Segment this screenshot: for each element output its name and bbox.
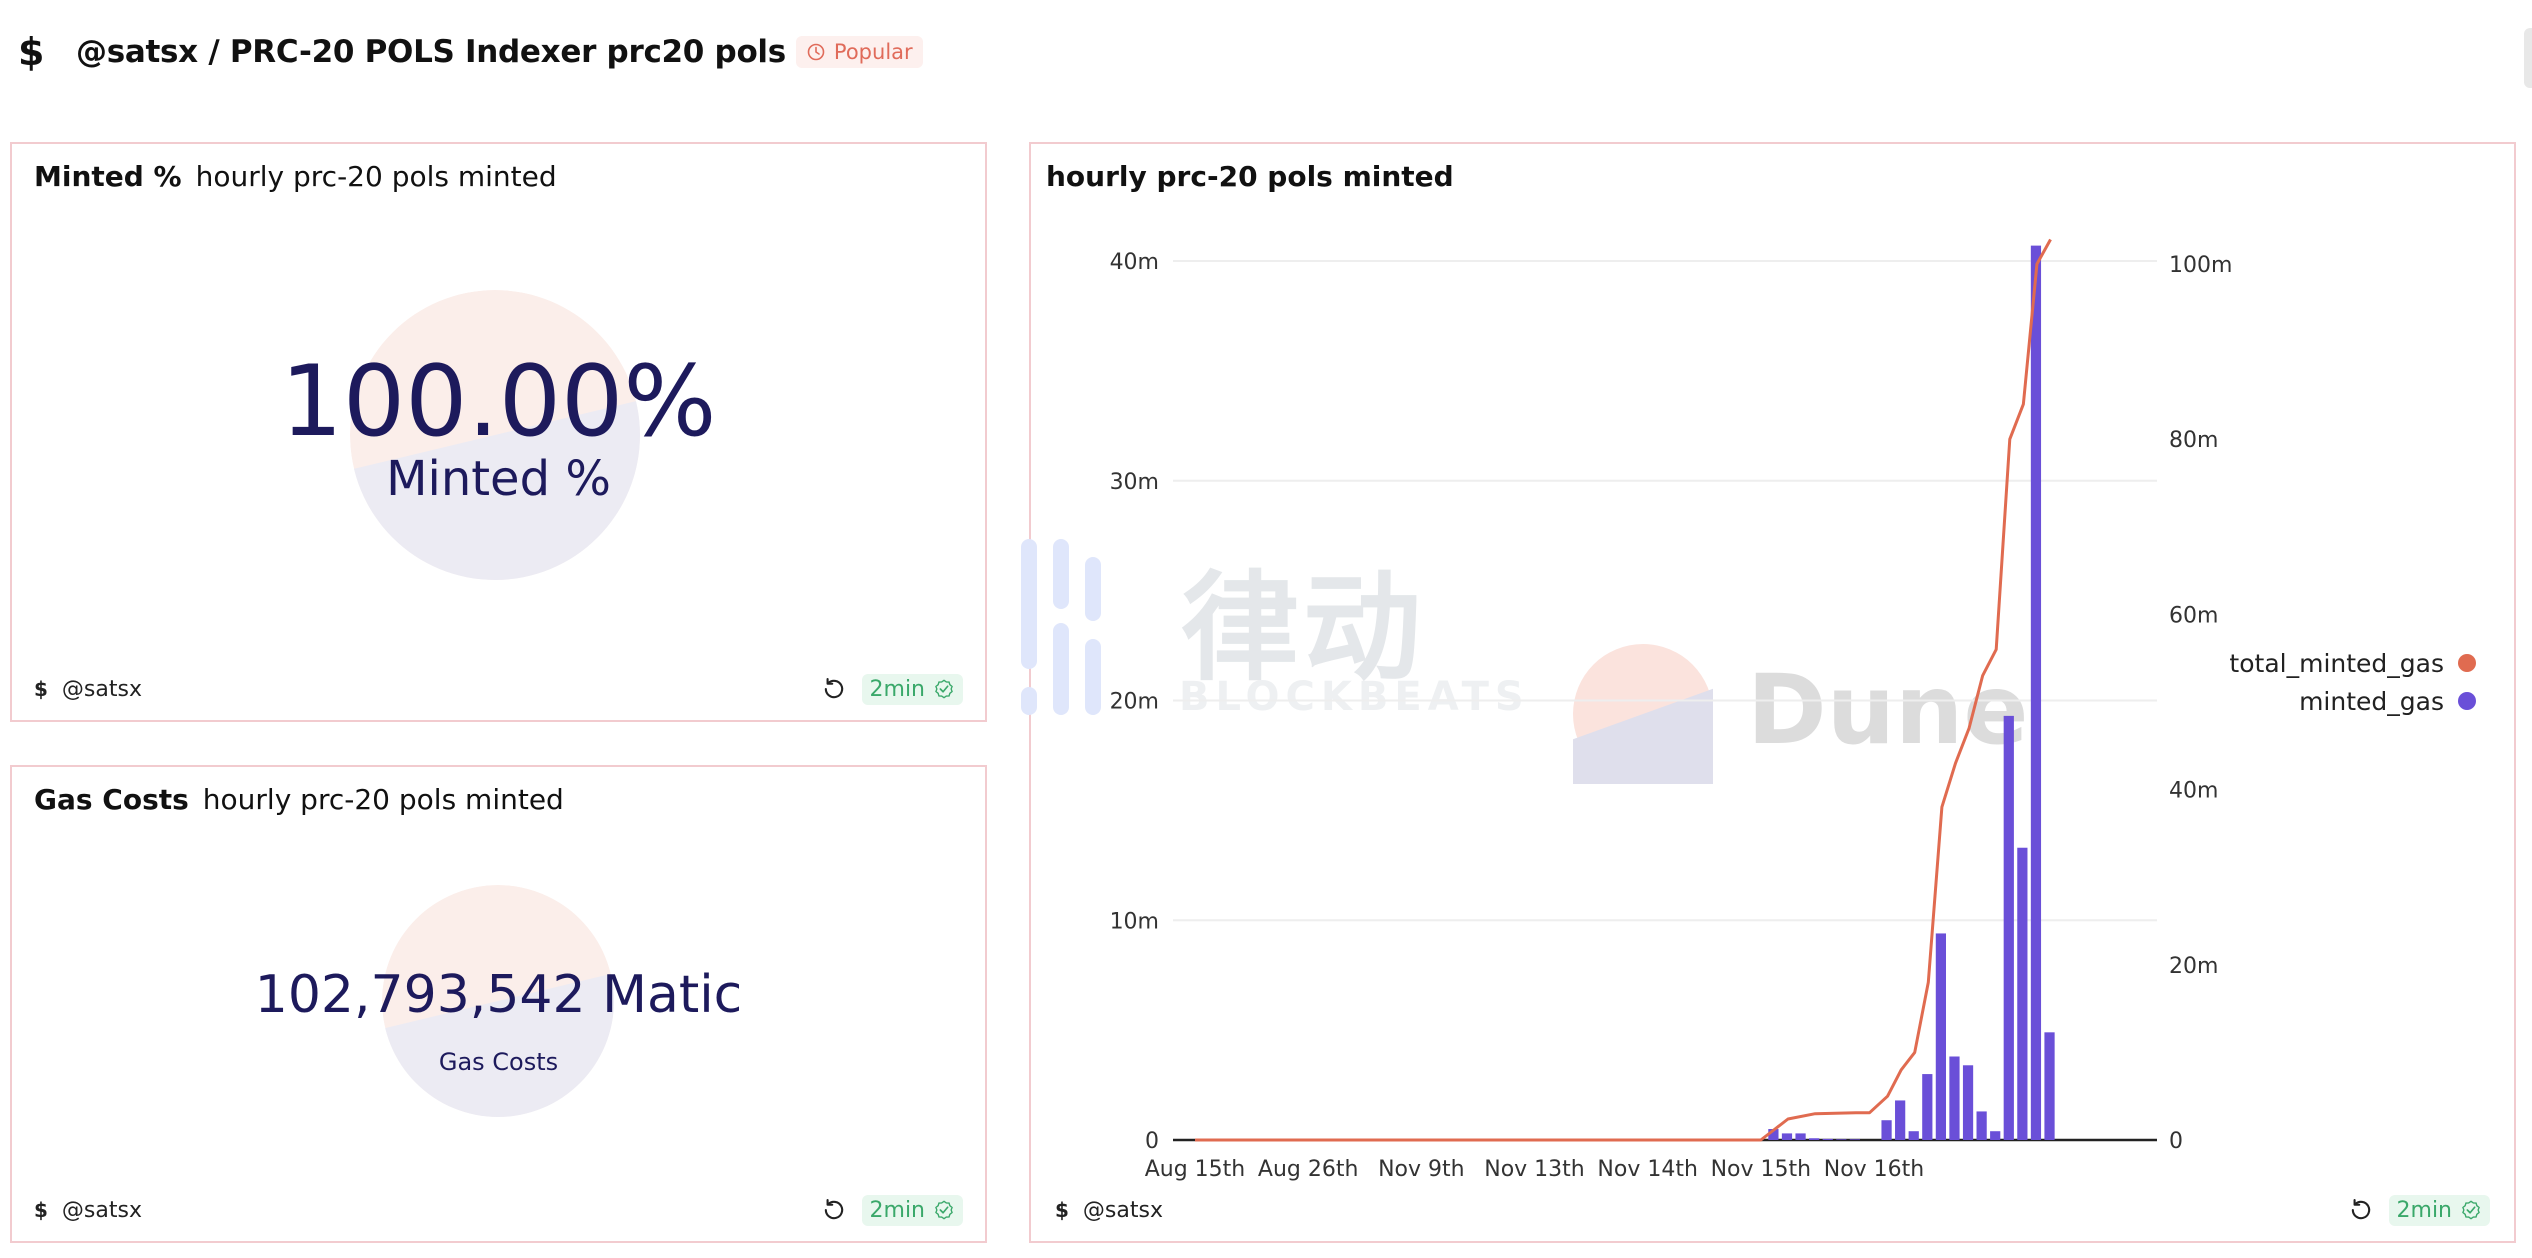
bar-minted-gas [2030,245,2042,1140]
right-axis-tick: 60m [2169,603,2218,628]
owner-name: @satsx [61,676,142,702]
dashboard-header: $ @satsx / PRC-20 POLS Indexer prc20 pol… [18,24,923,80]
bar-minted-gas [1809,1138,1820,1140]
panel-footer: $ @satsx 2min [1055,1193,2490,1227]
page-scrollbar[interactable] [2524,28,2532,88]
panel-subtitle: hourly prc-20 pols minted [195,160,557,193]
bar-minted-gas [1949,1056,1960,1140]
legend-item-minted-gas[interactable]: minted_gas [2229,682,2476,720]
counter: 100.00% Minted % [12,352,985,506]
bar-minted-gas [1935,933,1946,1140]
x-axis-tick: Aug 15th [1145,1157,1246,1182]
verified-check-icon [935,679,953,699]
dashboard-title: @satsx / PRC-20 POLS Indexer prc20 pols [76,34,786,70]
counter-value: 100.00% [280,345,717,459]
owner-name: @satsx [61,1197,142,1223]
legend-dot [2458,692,2476,710]
refresh-icon[interactable] [2347,1196,2375,1224]
left-axis-tick: 0 [1145,1129,1159,1154]
owner-link[interactable]: $ @satsx [1055,1198,1163,1223]
dollar-sign-icon: $ [34,677,48,701]
bar-minted-gas [1781,1133,1793,1140]
panel-title[interactable]: Gas Costs hourly prc-20 pols minted [34,783,564,816]
right-axis-tick: 100m [2169,253,2232,278]
legend-label: minted_gas [2299,686,2444,716]
bar-minted-gas [2017,847,2028,1140]
bar-minted-gas [1976,1111,1987,1140]
bar-minted-gas [1849,1139,1860,1140]
bar-minted-gas [1836,1139,1847,1140]
left-axis-tick: 20m [1110,690,1159,715]
left-axis-tick: 40m [1110,250,1159,275]
clock-icon [807,43,825,61]
panel-name: Minted % [34,160,182,193]
dollar-sign-icon: $ [18,30,45,74]
right-axis-tick: 0 [2169,1129,2183,1154]
owner-link[interactable]: $ @satsx [34,1198,142,1223]
bar-minted-gas [1822,1138,1833,1140]
counter-label: Gas Costs [438,1048,559,1076]
refresh-icon[interactable] [820,675,848,703]
right-axis-tick: 80m [2169,428,2218,453]
owner-link[interactable]: $ @satsx [34,677,142,702]
counter-value: 102,793,542 Matic [254,965,743,1025]
line-total-minted-gas [1195,238,2052,1142]
panel-footer: $ @satsx 2min [34,1193,963,1227]
popular-badge[interactable]: Popular [795,36,923,68]
refresh-age-badge: 2min [861,673,963,705]
verified-check-icon [2462,1200,2480,1220]
bar-minted-gas [2003,715,2014,1140]
bar-minted-gas [1895,1100,1906,1140]
x-axis-tick: Nov 9th [1378,1157,1465,1182]
counter-label: Minted % [386,451,611,507]
refresh-icon[interactable] [820,1196,848,1224]
panel-title[interactable]: Minted % hourly prc-20 pols minted [34,160,557,193]
chart-panel: hourly prc-20 pols minted 律动 BLOCKBEATS … [1021,142,2516,1243]
popular-label: Popular [833,40,913,64]
right-axis-tick: 20m [2169,954,2218,979]
counter: 102,793,542 Matic Gas Costs [12,965,985,1077]
panel-name: Gas Costs [34,783,189,816]
legend-item-total-minted-gas[interactable]: total_minted_gas [2229,644,2476,682]
left-axis-tick: 10m [1110,909,1159,934]
panel-subtitle: hourly prc-20 pols minted [202,783,564,816]
dollar-sign-icon: $ [34,1198,48,1222]
refresh-age: 2min [2396,1197,2452,1223]
legend-dot [2458,654,2476,672]
bar-minted-gas [1795,1133,1806,1140]
refresh-age-badge: 2min [861,1194,963,1226]
bar-minted-gas [1908,1131,1919,1140]
bar-minted-gas [2044,1032,2055,1140]
bar-minted-gas [1962,1065,1974,1140]
x-axis-tick: Nov 15th [1711,1157,1812,1182]
refresh-age-badge: 2min [2388,1194,2490,1226]
bar-minted-gas [1881,1120,1892,1140]
legend-label: total_minted_gas [2229,648,2444,678]
refresh-age: 2min [869,1197,925,1223]
chart-legend: total_minted_gas minted_gas [2229,644,2476,720]
x-axis-tick: Nov 13th [1484,1157,1585,1182]
panel-footer: $ @satsx 2min [34,672,963,706]
minted-percent-panel: Minted % hourly prc-20 pols minted 100.00… [10,142,987,722]
left-axis-tick: 30m [1110,470,1159,495]
bar-minted-gas [1990,1131,2001,1140]
right-axis-tick: 40m [2169,779,2218,804]
gas-costs-panel: Gas Costs hourly prc-20 pols minted 102,7… [10,765,987,1243]
x-axis-tick: Aug 26th [1258,1157,1359,1182]
x-axis-tick: Nov 14th [1597,1157,1698,1182]
verified-check-icon [935,1200,953,1220]
bar-minted-gas [1922,1074,1933,1140]
dollar-sign-icon: $ [1055,1198,1069,1222]
refresh-age: 2min [869,676,925,702]
owner-name: @satsx [1082,1197,1163,1223]
x-axis-tick: Nov 16th [1824,1157,1925,1182]
